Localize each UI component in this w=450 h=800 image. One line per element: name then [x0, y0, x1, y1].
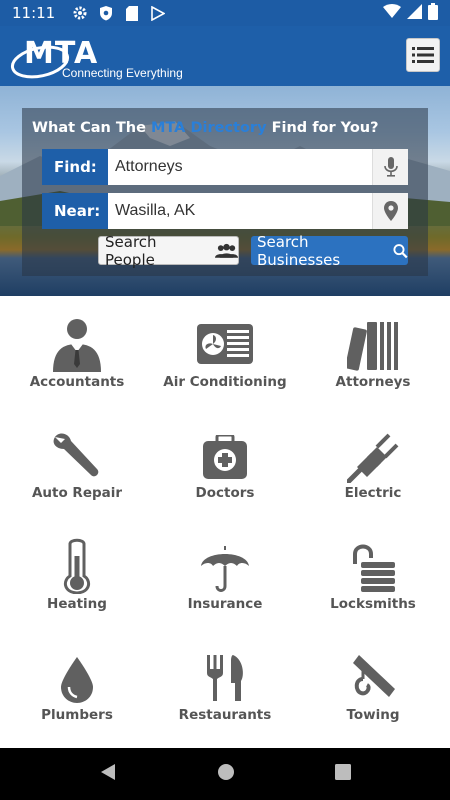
signal-icon — [407, 3, 422, 23]
category-grid: Accountants Air Conditioning Attorneys A… — [0, 296, 450, 748]
category-auto-repair[interactable]: Auto Repair — [2, 407, 152, 518]
search-people-button[interactable]: Search People — [98, 233, 239, 269]
category-label: Accountants — [29, 374, 125, 390]
category-label: Towing — [346, 707, 400, 723]
people-icon — [214, 243, 238, 258]
app-header: MTA Connecting Everything — [0, 26, 450, 86]
sd-card-icon — [121, 4, 143, 22]
wrench-icon — [53, 433, 99, 477]
category-label: Attorneys — [335, 374, 411, 390]
system-navigation-bar — [0, 748, 450, 800]
search-businesses-button[interactable]: Search Businesses — [251, 233, 408, 269]
category-electric[interactable]: Electric — [298, 407, 448, 518]
category-label: Doctors — [195, 485, 255, 501]
category-label: Auto Repair — [31, 485, 123, 501]
near-row: Near: Wasilla, AK — [42, 193, 408, 229]
law-books-icon — [347, 322, 398, 371]
category-attorneys[interactable]: Attorneys — [298, 296, 448, 407]
category-label: Restaurants — [178, 707, 272, 723]
category-restaurants[interactable]: Restaurants — [150, 629, 300, 740]
padlock-icon — [353, 544, 395, 592]
air-conditioner-icon — [197, 324, 253, 364]
status-bar: 11:11 — [0, 0, 450, 26]
list-menu-icon — [412, 47, 434, 63]
plug-icon — [347, 433, 399, 483]
search-panel: What Can The MTA Directory Find for You?… — [22, 108, 428, 276]
battery-icon — [428, 2, 438, 24]
tow-hook-icon — [353, 655, 395, 697]
hero-banner: What Can The MTA Directory Find for You?… — [0, 86, 450, 296]
find-row: Find: Attorneys — [42, 149, 408, 185]
location-pin-icon — [383, 201, 398, 221]
category-accountants[interactable]: Accountants — [2, 296, 152, 407]
shield-icon — [95, 4, 117, 22]
category-air-conditioning[interactable]: Air Conditioning — [150, 296, 300, 407]
category-plumbers[interactable]: Plumbers — [2, 629, 152, 740]
category-heating[interactable]: Heating — [2, 518, 152, 629]
category-label: Plumbers — [41, 707, 113, 723]
accountant-icon — [53, 319, 101, 372]
mta-logo[interactable]: MTA Connecting Everything — [10, 32, 183, 82]
recents-square-icon — [335, 763, 351, 780]
settings-gear-icon — [69, 4, 91, 22]
location-button[interactable] — [372, 193, 408, 229]
find-input[interactable]: Attorneys — [108, 149, 372, 185]
wifi-icon — [383, 3, 401, 23]
water-drop-icon — [61, 657, 93, 703]
category-label: Locksmiths — [330, 596, 416, 612]
microphone-icon — [383, 157, 398, 177]
home-button[interactable] — [217, 763, 235, 786]
category-locksmiths[interactable]: Locksmiths — [298, 518, 448, 629]
search-businesses-label: Search Businesses — [257, 232, 341, 269]
medical-kit-icon — [203, 435, 247, 479]
home-circle-icon — [218, 763, 234, 780]
menu-button[interactable] — [406, 38, 440, 72]
near-label: Near: — [42, 193, 108, 229]
category-label: Insurance — [187, 596, 263, 612]
search-people-label: Search People — [105, 232, 157, 269]
umbrella-icon — [201, 546, 249, 592]
category-towing[interactable]: Towing — [298, 629, 448, 740]
fork-knife-icon — [207, 655, 243, 701]
search-title: What Can The MTA Directory Find for You? — [32, 120, 379, 136]
recents-button[interactable] — [335, 763, 351, 785]
microphone-button[interactable] — [372, 149, 408, 185]
thermometer-icon — [63, 538, 91, 594]
near-input[interactable]: Wasilla, AK — [108, 193, 372, 229]
search-icon — [393, 243, 408, 258]
category-doctors[interactable]: Doctors — [150, 407, 300, 518]
category-label: Electric — [344, 485, 402, 501]
play-store-icon — [147, 4, 169, 22]
back-button[interactable] — [99, 763, 117, 786]
back-triangle-icon — [101, 763, 115, 780]
category-insurance[interactable]: Insurance — [150, 518, 300, 629]
logo-tagline: Connecting Everything — [62, 66, 183, 80]
category-label: Heating — [47, 596, 107, 612]
category-label: Air Conditioning — [163, 374, 287, 390]
find-label: Find: — [42, 149, 108, 185]
status-time: 11:11 — [12, 4, 56, 22]
